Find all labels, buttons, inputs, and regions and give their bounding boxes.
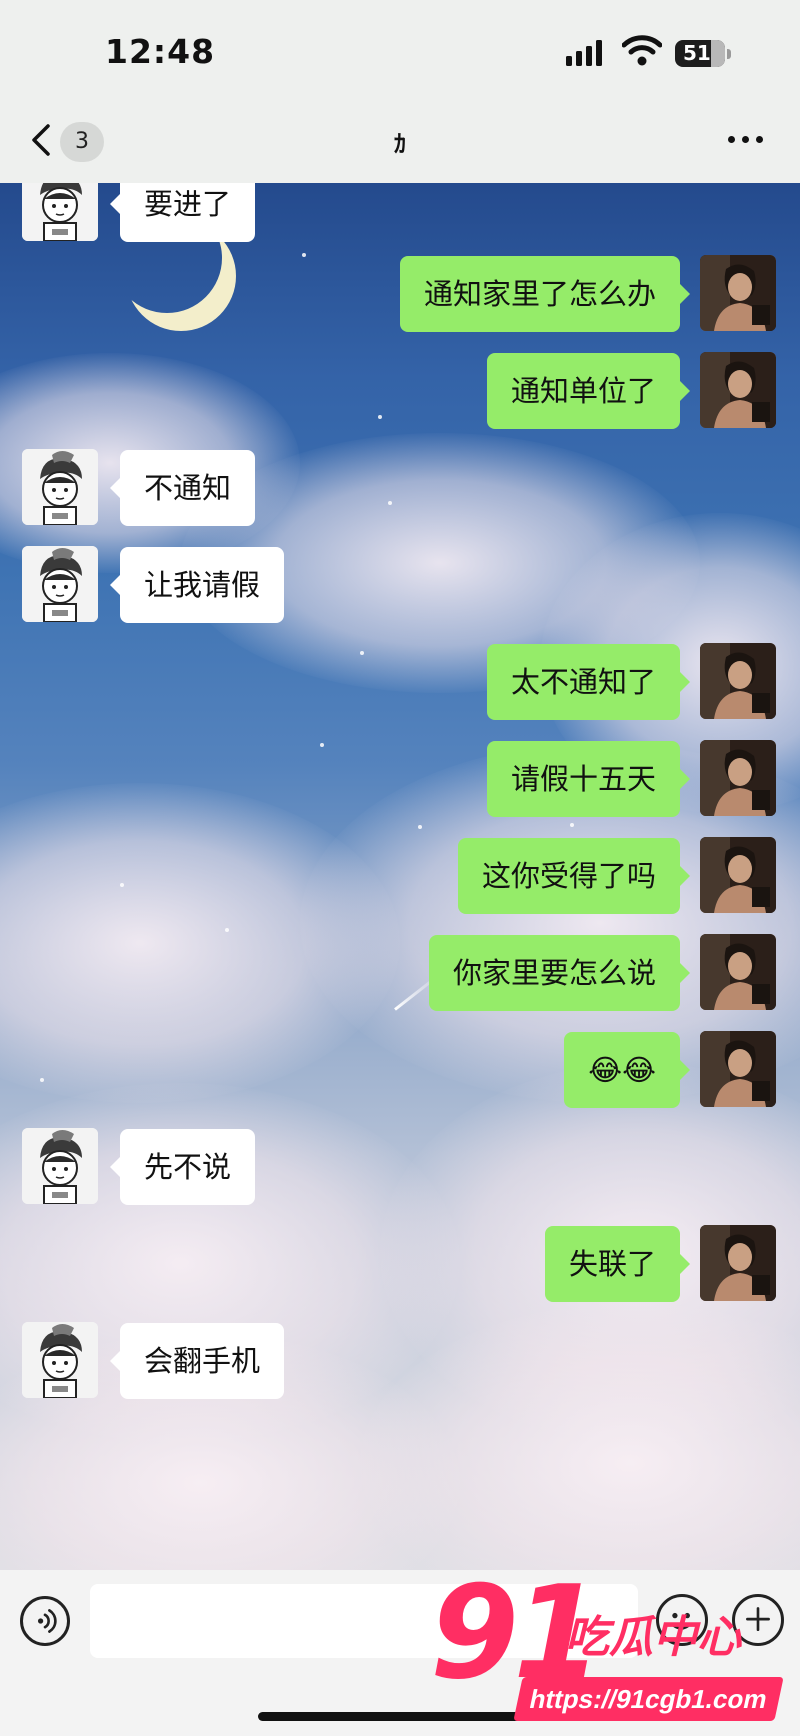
sent-message-bubble[interactable]: 失联了 [544, 1226, 691, 1302]
received-message-bubble[interactable]: 不通知 [109, 450, 256, 526]
battery-level: 51 [683, 41, 711, 65]
my-avatar[interactable] [700, 1225, 776, 1301]
my-avatar[interactable] [700, 1031, 776, 1107]
my-avatar[interactable] [700, 643, 776, 719]
my-avatar[interactable] [700, 255, 776, 331]
sent-message-bubble[interactable]: 通知单位了 [486, 353, 691, 429]
message-row: 不通知 [0, 449, 800, 527]
message-row: 通知单位了 [0, 352, 800, 430]
message-row: 先不说 [0, 1128, 800, 1206]
signal-icon [566, 40, 602, 66]
my-avatar[interactable] [700, 934, 776, 1010]
message-row: 失联了 [0, 1225, 800, 1303]
received-message-bubble[interactable]: 要进了 [109, 183, 256, 242]
message-row: 通知家里了怎么办 [0, 255, 800, 333]
message-row: 让我请假 [0, 546, 800, 624]
voice-input-button[interactable] [20, 1596, 70, 1646]
chat-message-list[interactable]: 要进了通知家里了怎么办通知单位了不通知让我请假太不通知了请假十五天这你受得了吗你… [0, 183, 800, 1570]
received-message-bubble[interactable]: 让我请假 [109, 547, 285, 623]
sent-message-bubble[interactable]: 😂😂 [564, 1032, 690, 1108]
message-row: 请假十五天 [0, 740, 800, 818]
battery-icon: 51 [675, 40, 731, 67]
my-avatar[interactable] [700, 740, 776, 816]
sent-message-bubble[interactable]: 通知家里了怎么办 [399, 256, 691, 332]
watermark-name: 吃瓜中心 [565, 1612, 741, 1663]
message-row: 这你受得了吗 [0, 837, 800, 915]
my-avatar[interactable] [700, 837, 776, 913]
sent-message-bubble[interactable]: 请假十五天 [486, 741, 691, 817]
message-row: 你家里要怎么说 [0, 934, 800, 1012]
watermark-logo: 91 吃瓜中心 https://91cgb1.com [430, 1559, 800, 1736]
message-row: 太不通知了 [0, 643, 800, 721]
contact-avatar[interactable] [22, 449, 98, 525]
message-row: 😂😂 [0, 1031, 800, 1109]
contact-avatar[interactable] [22, 1322, 98, 1398]
sent-message-bubble[interactable]: 这你受得了吗 [457, 838, 691, 914]
sent-message-bubble[interactable]: 你家里要怎么说 [428, 935, 691, 1011]
more-options-button[interactable] [726, 128, 766, 152]
sent-message-bubble[interactable]: 太不通知了 [486, 644, 691, 720]
wifi-icon [622, 35, 662, 66]
received-message-bubble[interactable]: 先不说 [109, 1129, 256, 1205]
status-time: 12:48 [105, 32, 216, 71]
chat-title: ｶ [394, 130, 406, 158]
my-avatar[interactable] [700, 352, 776, 428]
message-row: 要进了 [0, 183, 800, 243]
watermark-url: https://91cgb1.com [513, 1677, 784, 1721]
contact-avatar[interactable] [22, 546, 98, 622]
message-row: 会翻手机 [0, 1322, 800, 1400]
contact-avatar[interactable] [22, 1128, 98, 1204]
status-bar: 12:48 51 [0, 0, 800, 100]
chat-header: 3 ｶ [0, 100, 800, 183]
received-message-bubble[interactable]: 会翻手机 [109, 1323, 285, 1399]
contact-avatar[interactable] [22, 183, 98, 241]
